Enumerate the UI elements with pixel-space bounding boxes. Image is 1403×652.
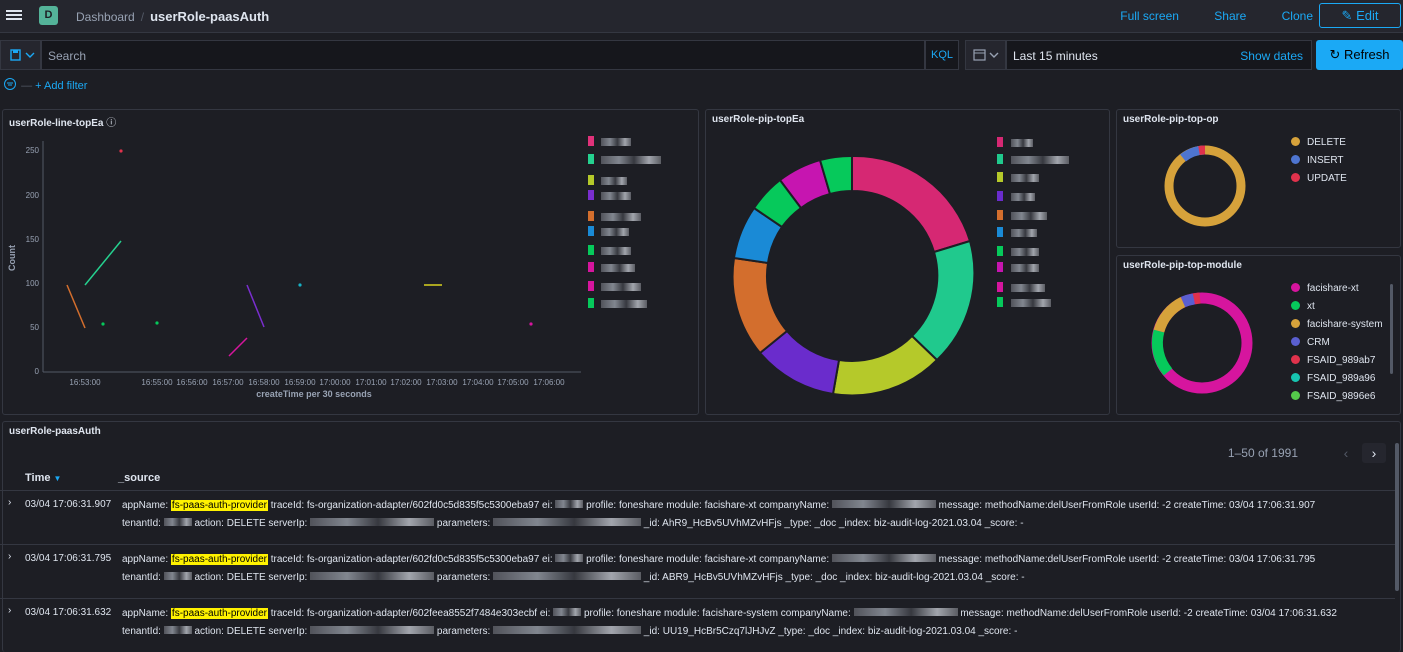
line-chart: 250 200 150 100 50 0 16:53:00 16:55:00 1… — [7, 141, 581, 399]
x-tick: 17:05:00 — [497, 378, 529, 387]
breadcrumb-dashboard[interactable]: Dashboard — [76, 10, 135, 24]
refresh-icon: ↻ — [1329, 47, 1344, 62]
legend-delete[interactable]: DELETE — [1291, 137, 1346, 148]
row-source-line: tenantId: action: DELETE serverIp: param… — [122, 518, 1024, 529]
table-row[interactable]: › 03/04 17:06:31.632 appName: fs-paas-au… — [0, 598, 1395, 652]
panel-pie-top-module: userRole-pip-top-module facishare-xt xt … — [1116, 255, 1401, 415]
legend-fsaid-989a96[interactable]: FSAID_989a96 — [1291, 373, 1375, 384]
x-tick: 16:58:00 — [248, 378, 280, 387]
table-row[interactable]: › 03/04 17:06:31.795 appName: fs-paas-au… — [0, 544, 1395, 598]
x-tick: 16:57:00 — [212, 378, 244, 387]
legend-fsaid-9896e6[interactable]: FSAID_9896e6 — [1291, 391, 1375, 402]
breadcrumb: Dashboard / userRole-paasAuth — [76, 9, 269, 24]
calendar-icon — [973, 49, 999, 61]
filter-divider: — — [21, 80, 33, 92]
panel-title: userRole-paasAuth — [9, 426, 101, 437]
search-input[interactable]: Search — [41, 40, 925, 70]
x-tick: 17:02:00 — [390, 378, 422, 387]
legend-xt[interactable]: xt — [1291, 301, 1315, 312]
row-time: 03/04 17:06:31.632 — [25, 607, 112, 618]
top-nav-bar: D Dashboard / userRole-paasAuth Full scree… — [0, 0, 1403, 33]
y-tick: 250 — [26, 146, 40, 155]
sort-desc-icon[interactable]: ▼ — [54, 474, 62, 483]
legend-facishare-xt[interactable]: facishare-xt — [1291, 283, 1359, 294]
pie-slices — [731, 154, 976, 397]
clone-link[interactable]: Clone — [1282, 9, 1313, 23]
show-dates-link[interactable]: Show dates — [1240, 49, 1303, 63]
time-range-display[interactable]: Last 15 minutes Show dates — [1006, 40, 1312, 70]
pencil-icon: ✎ — [1341, 8, 1353, 23]
y-tick: 200 — [26, 191, 40, 200]
pagination-label: 1–50 of 1991 — [1227, 446, 1298, 460]
row-source-line: tenantId: action: DELETE serverIp: param… — [122, 626, 1018, 637]
filter-options-icon[interactable] — [4, 78, 18, 92]
column-header-source: _source — [118, 472, 161, 484]
add-filter-link[interactable]: + Add filter — [35, 80, 87, 92]
table-row[interactable]: › 03/04 17:06:31.907 appName: fs-paas-au… — [0, 490, 1395, 544]
legend-insert[interactable]: INSERT — [1291, 155, 1344, 166]
x-tick: 17:00:00 — [319, 378, 351, 387]
y-tick: 100 — [26, 279, 40, 288]
x-tick: 16:59:00 — [284, 378, 316, 387]
menu-icon[interactable] — [6, 8, 22, 24]
pie-top-module — [1151, 292, 1253, 394]
top-links: Full screen Share Clone — [1088, 9, 1313, 23]
panel-pie-top-ea: userRole-pip-topEa — [705, 109, 1110, 415]
y-tick: 0 — [35, 367, 40, 376]
x-tick: 16:53:00 — [69, 378, 101, 387]
filter-row: — + Add filter — [4, 78, 87, 92]
expand-row-icon[interactable]: › — [8, 497, 11, 508]
query-bar: Search KQL Last 15 minutes Show dates ↻ … — [0, 40, 1403, 70]
prev-page-button[interactable]: ‹ — [1334, 443, 1358, 463]
legend-crm[interactable]: CRM — [1291, 337, 1330, 348]
pie-top-op — [1164, 145, 1246, 227]
x-tick: 17:03:00 — [426, 378, 458, 387]
expand-row-icon[interactable]: › — [8, 605, 11, 616]
row-time: 03/04 17:06:31.907 — [25, 499, 112, 510]
kql-toggle[interactable]: KQL — [925, 40, 959, 70]
row-source-line: appName: fs-paas-auth-provider traceId: … — [122, 554, 1316, 565]
y-tick: 50 — [30, 323, 39, 332]
legend-facishare-system[interactable]: facishare-system — [1291, 319, 1383, 330]
breadcrumb-separator: / — [140, 10, 145, 24]
full-screen-link[interactable]: Full screen — [1120, 9, 1179, 23]
date-quick-menu[interactable] — [965, 40, 1006, 70]
panel-pie-top-op: userRole-pip-top-op DELETE INSERT UPDATE — [1116, 109, 1401, 248]
expand-row-icon[interactable]: › — [8, 551, 11, 562]
row-source-line: appName: fs-paas-auth-provider traceId: … — [122, 608, 1337, 619]
panel-line-top-ea: userRole-line-topEa ⓘ 250 200 150 100 50… — [2, 109, 699, 415]
refresh-button[interactable]: ↻ Refresh — [1316, 40, 1403, 70]
app-badge[interactable]: D — [39, 6, 58, 25]
y-axis-label: Count — [7, 245, 17, 271]
edit-button[interactable]: ✎ Edit — [1319, 3, 1401, 28]
edit-label: Edit — [1356, 8, 1379, 23]
legend-fsaid-989ab7[interactable]: FSAID_989ab7 — [1291, 355, 1375, 366]
x-tick: 17:01:00 — [355, 378, 387, 387]
refresh-label: Refresh — [1343, 47, 1390, 62]
x-tick: 16:55:00 — [141, 378, 173, 387]
table-scrollbar[interactable] — [1395, 443, 1399, 591]
x-tick: 17:04:00 — [462, 378, 494, 387]
time-range-label: Last 15 minutes — [1013, 49, 1098, 63]
legend-scrollbar[interactable] — [1390, 284, 1393, 374]
x-tick: 17:06:00 — [533, 378, 565, 387]
row-source-line: tenantId: action: DELETE serverIp: param… — [122, 572, 1025, 583]
save-icon — [10, 49, 35, 61]
page-title: userRole-paasAuth — [150, 9, 270, 24]
row-time: 03/04 17:06:31.795 — [25, 553, 112, 564]
legend-update[interactable]: UPDATE — [1291, 173, 1347, 184]
y-tick: 150 — [26, 235, 40, 244]
next-page-button[interactable]: › — [1362, 443, 1386, 463]
saved-query-button[interactable] — [0, 40, 41, 70]
share-link[interactable]: Share — [1214, 9, 1246, 23]
x-axis-label: createTime per 30 seconds — [256, 389, 371, 399]
x-tick: 16:56:00 — [176, 378, 208, 387]
series-lines — [66, 149, 533, 357]
slice-delete — [1164, 145, 1246, 227]
column-header-time[interactable]: Time ▼ — [25, 472, 61, 484]
row-source-line: appName: fs-paas-auth-provider traceId: … — [122, 500, 1316, 511]
